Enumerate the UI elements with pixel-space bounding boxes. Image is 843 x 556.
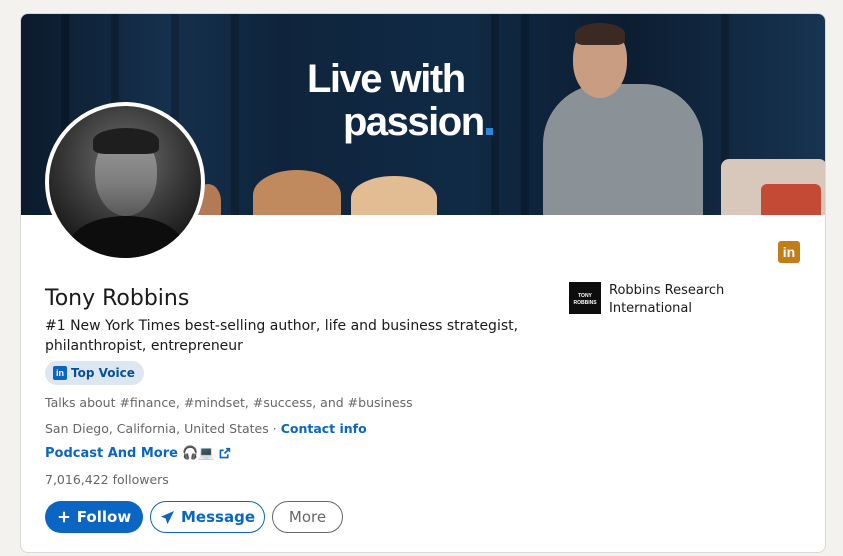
external-link-icon [219, 447, 231, 459]
follower-count: 7,016,422 followers [45, 472, 169, 487]
audience-head [253, 170, 341, 215]
message-label: Message [181, 508, 255, 526]
avatar-shirt [69, 216, 183, 258]
current-company[interactable]: TONY ROBBINS Robbins Research Internatio… [569, 282, 739, 318]
curtain-fold [231, 14, 239, 215]
location-text: San Diego, California, United States [45, 421, 269, 436]
speaker-hair [575, 23, 625, 45]
more-label: More [288, 508, 327, 526]
banner-line-2: passion [307, 101, 507, 144]
avatar-hair [93, 128, 159, 154]
location-row: San Diego, California, United States · C… [45, 421, 367, 436]
company-logo: TONY ROBBINS [569, 282, 601, 314]
chair-cushion [761, 184, 821, 215]
website-link[interactable]: Podcast And More 🎧💻 [45, 446, 231, 461]
speaker-figure [543, 84, 703, 215]
linkedin-premium-icon[interactable]: in [778, 241, 800, 263]
banner-slogan: Live with passion [307, 58, 507, 144]
follow-button[interactable]: Follow [45, 501, 143, 533]
curtain-fold [521, 14, 529, 215]
message-button[interactable]: Message [150, 501, 265, 533]
banner-dot [485, 128, 493, 135]
banner-line-1: Live with [307, 57, 466, 101]
send-icon [160, 510, 175, 524]
top-voice-label: Top Voice [71, 366, 135, 380]
profile-card: Live with passion in Tony Robbins #1 New… [20, 13, 826, 553]
top-voice-badge[interactable]: in Top Voice [45, 361, 144, 385]
separator: · [268, 421, 281, 436]
linkedin-icon: in [53, 366, 67, 380]
profile-avatar[interactable] [45, 102, 205, 262]
profile-name: Tony Robbins [45, 286, 190, 311]
follow-label: Follow [76, 508, 132, 526]
company-name: Robbins Research International [609, 283, 725, 316]
audience-head [351, 176, 437, 215]
talks-about: Talks about #finance, #mindset, #success… [45, 395, 413, 410]
contact-info-link[interactable]: Contact info [281, 421, 367, 436]
plus-icon [58, 511, 70, 523]
headphones-laptop-emoji: 🎧💻 [181, 446, 215, 461]
website-label: Podcast And More [45, 446, 178, 461]
profile-headline: #1 New York Times best-selling author, l… [45, 318, 519, 354]
more-button[interactable]: More [272, 501, 343, 533]
